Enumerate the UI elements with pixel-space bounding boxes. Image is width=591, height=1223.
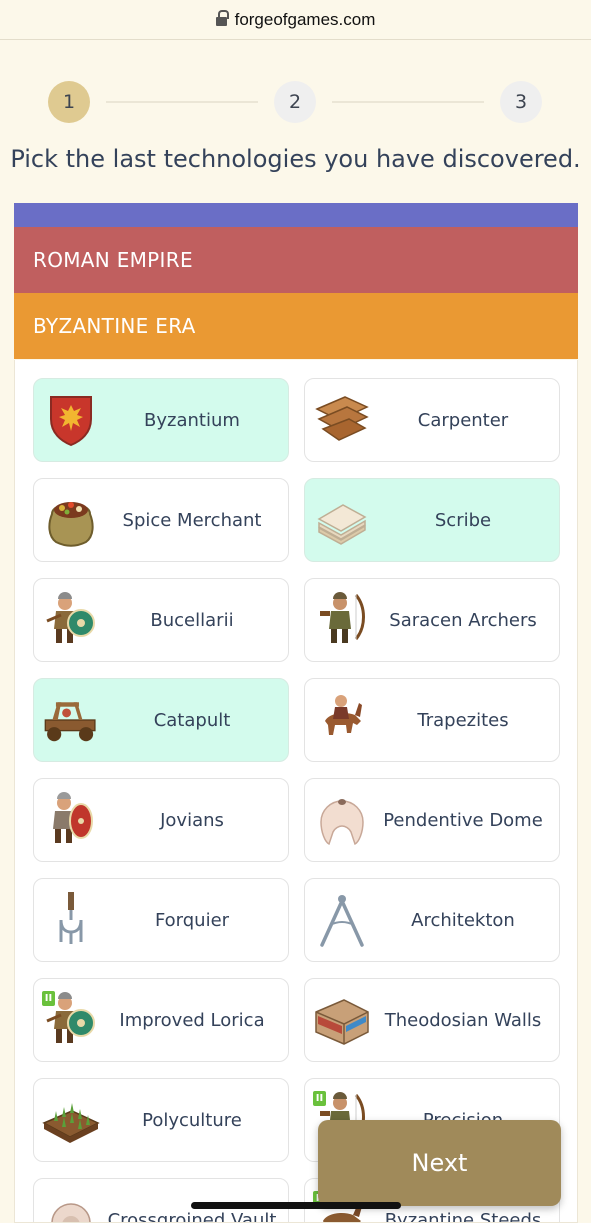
level-badge: II xyxy=(42,991,55,1006)
accent-bar xyxy=(14,203,578,227)
vault-icon xyxy=(40,1189,102,1222)
tech-card[interactable]: Scribe xyxy=(304,478,560,562)
paper-stack-icon xyxy=(311,489,373,551)
tech-card[interactable]: Catapult xyxy=(33,678,289,762)
dome-icon xyxy=(311,789,373,851)
tech-label: Scribe xyxy=(434,509,492,531)
step-1[interactable]: 1 xyxy=(48,81,90,123)
tech-card[interactable]: Carpenter xyxy=(304,378,560,462)
tech-label: Byzantine Steeds xyxy=(384,1209,542,1223)
shield-eagle-icon xyxy=(40,389,102,451)
tech-label: Bucellarii xyxy=(150,609,234,631)
walls-icon xyxy=(311,989,373,1051)
tech-label: Pendentive Dome xyxy=(383,809,543,831)
step-3[interactable]: 3 xyxy=(500,81,542,123)
tech-label: Theodosian Walls xyxy=(384,1009,542,1031)
technology-grid: Byzantium Carpenter Spice Merchant Scribe Bu… xyxy=(14,360,578,1223)
home-indicator xyxy=(191,1202,401,1209)
url-text: forgeofgames.com xyxy=(234,9,376,29)
tech-label: Forquier xyxy=(154,909,230,931)
tech-label: Architekton xyxy=(411,909,515,931)
horse-rider-icon xyxy=(311,689,373,751)
tech-label: Jovians xyxy=(160,809,224,831)
spice-sack-icon xyxy=(40,489,102,551)
tech-label: Byzantium xyxy=(144,409,240,431)
tech-label: Saracen Archers xyxy=(389,609,537,631)
tech-card[interactable]: Trapezites xyxy=(304,678,560,762)
tech-label: Trapezites xyxy=(417,709,509,731)
catapult-icon xyxy=(40,689,102,751)
tech-label: Carpenter xyxy=(417,409,509,431)
fork-icon xyxy=(40,889,102,951)
tech-card[interactable]: Pendentive Dome xyxy=(304,778,560,862)
tech-label: Crossgroined Vault xyxy=(107,1209,277,1223)
step-2[interactable]: 2 xyxy=(274,81,316,123)
stepper-connector xyxy=(332,101,484,103)
next-button[interactable]: Next xyxy=(318,1120,561,1206)
progress-stepper: 1 2 3 xyxy=(48,81,543,123)
tech-card[interactable]: Crossgroined Vault xyxy=(33,1178,289,1223)
tech-card[interactable]: Jovians xyxy=(33,778,289,862)
tech-card[interactable]: Theodosian Walls xyxy=(304,978,560,1062)
lock-icon xyxy=(215,10,229,27)
tech-card[interactable]: Spice Merchant xyxy=(33,478,289,562)
tech-label: Improved Lorica xyxy=(119,1009,265,1031)
tech-card[interactable]: Forquier xyxy=(33,878,289,962)
crop-field-icon xyxy=(40,1089,102,1151)
stepper-connector xyxy=(106,101,258,103)
level-badge: II xyxy=(313,1091,326,1106)
tech-card[interactable]: Polyculture xyxy=(33,1078,289,1162)
tech-card[interactable]: Byzantium xyxy=(33,378,289,462)
era-header[interactable]: BYZANTINE ERA xyxy=(14,293,578,359)
tech-label: Polyculture xyxy=(142,1109,242,1131)
soldier-shield-icon xyxy=(40,589,102,651)
tech-label: Spice Merchant xyxy=(122,509,262,531)
tech-card[interactable]: Bucellarii xyxy=(33,578,289,662)
archer-icon xyxy=(311,589,373,651)
soldier-shield-icon: II xyxy=(40,989,102,1051)
browser-url-bar[interactable]: forgeofgames.com xyxy=(0,0,591,40)
age-header[interactable]: ROMAN EMPIRE xyxy=(14,227,578,293)
tech-card[interactable]: Saracen Archers xyxy=(304,578,560,662)
soldier-red-shield-icon xyxy=(40,789,102,851)
wood-planks-icon xyxy=(311,389,373,451)
tech-card[interactable]: Architekton xyxy=(304,878,560,962)
tech-label: Catapult xyxy=(153,709,231,731)
tech-card[interactable]: II Improved Lorica xyxy=(33,978,289,1062)
compass-icon xyxy=(311,889,373,951)
page-prompt: Pick the last technologies you have disc… xyxy=(10,145,581,173)
